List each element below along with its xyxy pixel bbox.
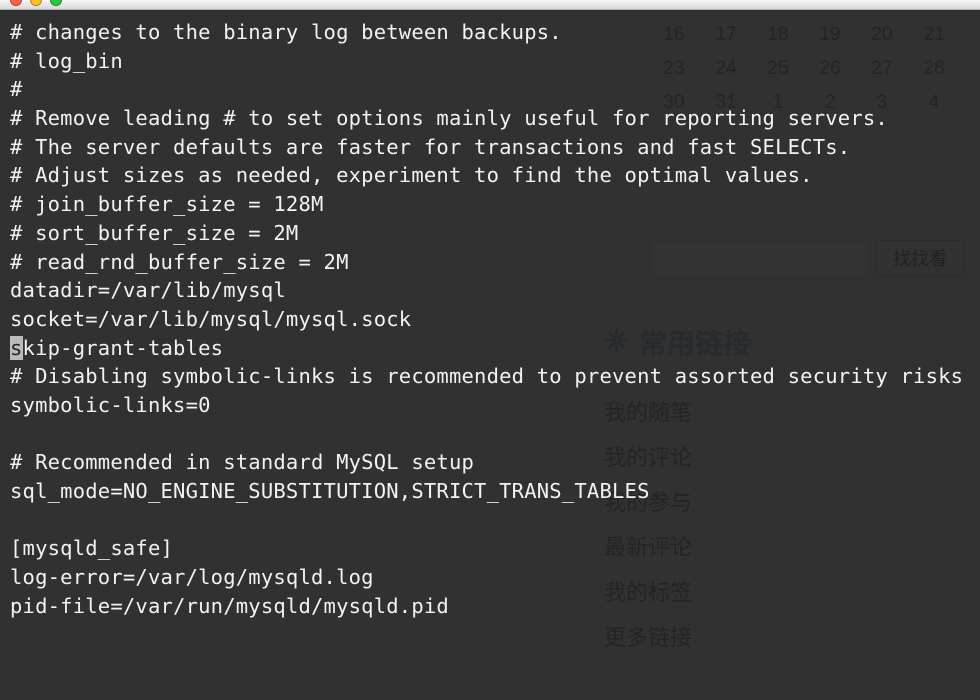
config-line: log-error=/var/log/mysqld.log xyxy=(10,565,374,589)
config-line-highlighted: skip-grant-tables xyxy=(10,336,223,360)
config-line: # Remove leading # to set options mainly… xyxy=(10,106,888,130)
zoom-icon[interactable] xyxy=(50,0,62,6)
terminal-window[interactable]: # changes to the binary log between back… xyxy=(0,10,980,700)
config-line-rest: kip-grant-tables xyxy=(23,336,224,360)
config-line: # Recommended in standard MySQL setup xyxy=(10,450,474,474)
config-line: # read_rnd_buffer_size = 2M xyxy=(10,250,349,274)
config-line: datadir=/var/lib/mysql xyxy=(10,278,286,302)
config-line: # changes to the binary log between back… xyxy=(10,20,562,44)
config-line: socket=/var/lib/mysql/mysql.sock xyxy=(10,307,411,331)
config-line: # sort_buffer_size = 2M xyxy=(10,221,298,245)
config-line: # join_buffer_size = 128M xyxy=(10,192,324,216)
cursor-selection: s xyxy=(10,336,23,360)
window-titlebar xyxy=(0,0,980,10)
config-line: # Disabling symbolic-links is recommende… xyxy=(10,364,963,388)
config-line: symbolic-links=0 xyxy=(10,393,211,417)
config-line: # log_bin xyxy=(10,49,123,73)
minimize-icon[interactable] xyxy=(30,0,42,6)
config-line: [mysqld_safe] xyxy=(10,536,173,560)
traffic-lights xyxy=(10,0,62,6)
config-line: sql_mode=NO_ENGINE_SUBSTITUTION,STRICT_T… xyxy=(10,479,662,503)
config-line: pid-file=/var/run/mysqld/mysqld.pid xyxy=(10,594,449,618)
config-line: # xyxy=(10,77,23,101)
close-icon[interactable] xyxy=(10,0,22,6)
config-line: # The server defaults are faster for tra… xyxy=(10,135,850,159)
config-line: # Adjust sizes as needed, experiment to … xyxy=(10,163,813,187)
